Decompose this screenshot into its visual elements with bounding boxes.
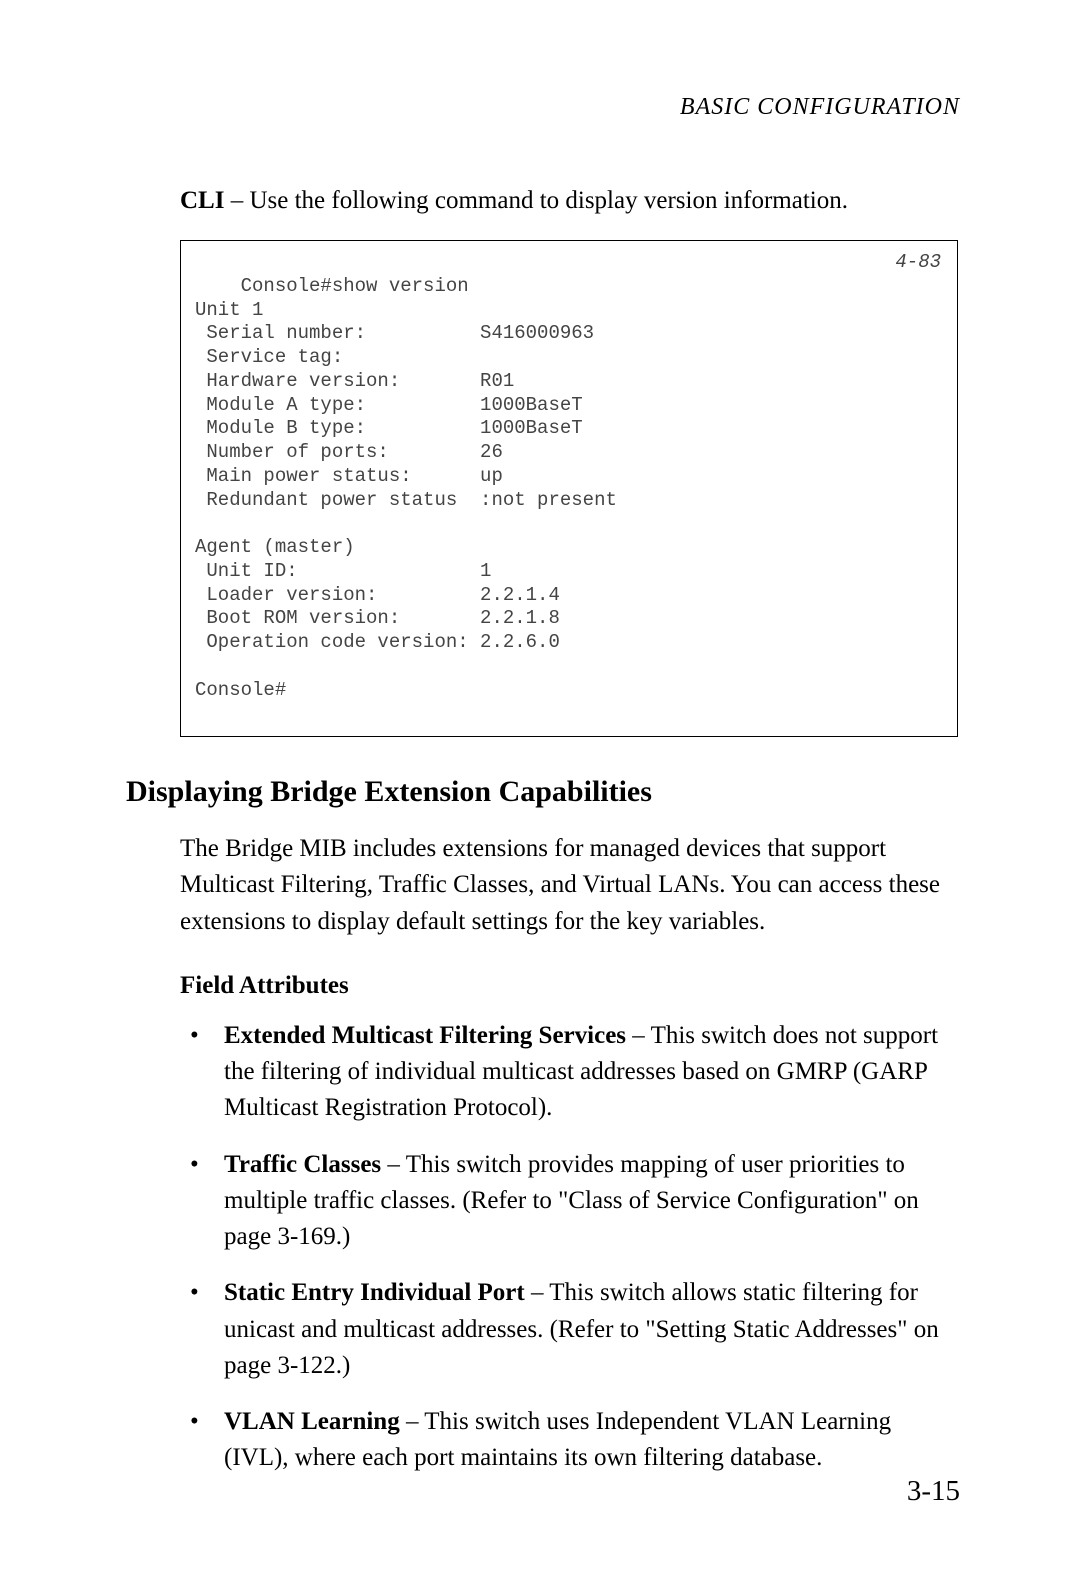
running-header: BASIC CONFIGURATION (120, 94, 960, 121)
cli-intro: CLI – Use the following command to displ… (180, 183, 960, 218)
list-item: Traffic Classes – This switch provides m… (180, 1147, 960, 1256)
list-item: Extended Multicast Filtering Services – … (180, 1018, 960, 1127)
list-item: Static Entry Individual Port – This swit… (180, 1275, 960, 1384)
item-term: Extended Multicast Filtering Services (224, 1022, 626, 1049)
console-ref: 4-83 (895, 251, 941, 275)
item-term: Static Entry Individual Port (224, 1279, 525, 1306)
item-term: VLAN Learning (224, 1408, 400, 1435)
sub-heading: Field Attributes (180, 972, 960, 1000)
cli-label: CLI (180, 187, 224, 214)
section-heading: Displaying Bridge Extension Capabilities (126, 775, 960, 809)
cli-intro-text: – Use the following command to display v… (224, 187, 848, 214)
console-output: 4-83 Console#show version Unit 1 Serial n… (180, 240, 958, 737)
item-term: Traffic Classes (224, 1151, 381, 1178)
list-item: VLAN Learning – This switch uses Indepen… (180, 1404, 960, 1477)
console-text: Console#show version Unit 1 Serial numbe… (195, 275, 617, 701)
section-body: The Bridge MIB includes extensions for m… (180, 831, 960, 940)
field-attributes-list: Extended Multicast Filtering Services – … (180, 1018, 960, 1477)
page: BASIC CONFIGURATION CLI – Use the follow… (0, 0, 1080, 1570)
page-number: 3-15 (907, 1475, 960, 1508)
